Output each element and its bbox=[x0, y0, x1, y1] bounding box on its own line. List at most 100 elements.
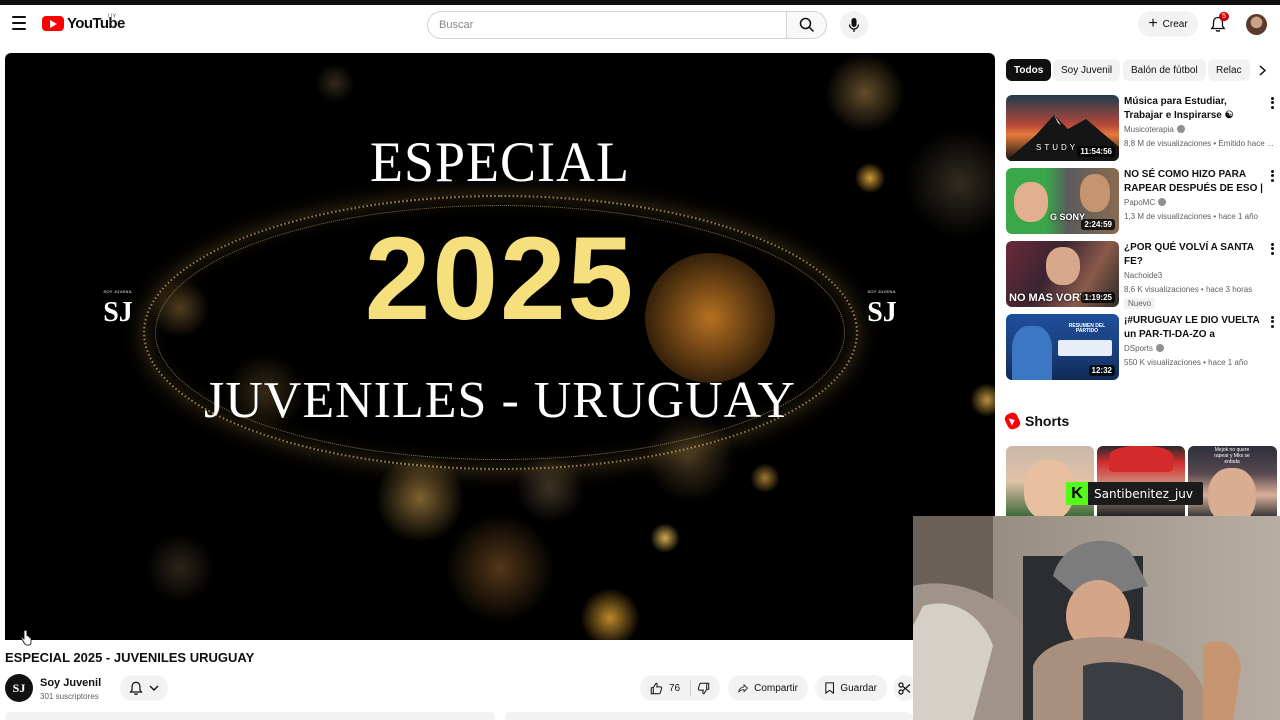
video-title: ESPECIAL 2025 - JUVENILES URUGUAY bbox=[5, 650, 255, 665]
save-label: Guardar bbox=[840, 682, 877, 694]
recommendation-item[interactable]: STUDY 11:54:56 Música para Estudiar, Tra… bbox=[1006, 95, 1280, 162]
thumbnail-text: G SONY bbox=[1050, 212, 1086, 222]
voice-search-button[interactable] bbox=[840, 11, 868, 39]
streamer-webcam-overlay bbox=[913, 516, 1280, 720]
recommendation-meta: 8,6 K visualizaciones • hace 3 horas bbox=[1124, 285, 1253, 294]
bokeh-light bbox=[580, 588, 640, 640]
create-button[interactable]: + Crear bbox=[1138, 11, 1198, 37]
chip-relacionados[interactable]: Relac bbox=[1208, 59, 1250, 81]
search-bar: Buscar bbox=[427, 11, 827, 39]
recommendation-item[interactable]: NO MAS VORT 1:19:25 ¿POR QUÉ VOLVÍ A SAN… bbox=[1006, 241, 1280, 309]
red-cap bbox=[1109, 446, 1173, 472]
video-thumbnail[interactable]: G SONY 2:24:59 bbox=[1006, 168, 1119, 234]
recommendation-title[interactable]: ¡#URUGUAY LE DIO VUELTA un PAR-TI-DA-ZO … bbox=[1124, 314, 1264, 342]
kick-logo-icon: K bbox=[1066, 482, 1088, 505]
masthead: YouTube UY Buscar + Crear 5 bbox=[0, 5, 1280, 47]
scissors-icon bbox=[898, 681, 911, 695]
video-thumbnail[interactable]: STUDY 11:54:56 bbox=[1006, 95, 1119, 161]
recommendation-meta: 8,8 M de visualizaciones • Emitido hace … bbox=[1124, 139, 1274, 148]
like-count: 76 bbox=[669, 682, 681, 694]
recommendation-meta: 550 K visualizaciones • hace 1 año bbox=[1124, 358, 1248, 367]
streamer-name: Santibenitez_juv bbox=[1094, 486, 1193, 501]
shorts-header: Shorts bbox=[1003, 411, 1070, 431]
chevron-right-icon bbox=[1258, 64, 1266, 76]
more-options-icon[interactable] bbox=[1268, 242, 1276, 256]
video-duration: 12:32 bbox=[1088, 365, 1115, 376]
verified-icon bbox=[1158, 198, 1167, 206]
bookmark-icon bbox=[825, 682, 834, 695]
recommendation-channel[interactable]: Musicoterapia bbox=[1124, 125, 1185, 134]
player-figure bbox=[1012, 326, 1052, 380]
menu-icon[interactable] bbox=[8, 12, 30, 34]
like-dislike-group: 76 bbox=[640, 675, 720, 701]
dislike-icon[interactable] bbox=[697, 681, 710, 696]
recommendation-title[interactable]: NO SÉ COMO HIZO PARA RAPEAR DESPUÉS DE E… bbox=[1124, 168, 1264, 196]
more-options-icon[interactable] bbox=[1268, 315, 1276, 329]
verified-icon bbox=[1155, 344, 1164, 352]
shorts-title: Shorts bbox=[1025, 413, 1070, 429]
person-face bbox=[1046, 247, 1080, 285]
notification-badge: 5 bbox=[1219, 12, 1229, 21]
recommendation-title[interactable]: Música para Estudiar, Trabajar e Inspira… bbox=[1124, 95, 1264, 123]
account-avatar[interactable] bbox=[1246, 14, 1267, 35]
more-options-icon[interactable] bbox=[1268, 96, 1276, 110]
video-headline-year: 2025 bbox=[364, 213, 636, 345]
short-thumbnail[interactable] bbox=[1006, 446, 1094, 516]
notifications-button[interactable]: 5 bbox=[1207, 12, 1229, 35]
shorts-icon bbox=[1003, 411, 1022, 431]
chips-next-button[interactable] bbox=[1252, 59, 1272, 81]
recommendation-channel[interactable]: DSports bbox=[1124, 344, 1164, 353]
short-thumbnail[interactable] bbox=[1097, 446, 1185, 516]
recommendation-channel[interactable]: Nachoide3 bbox=[1124, 271, 1162, 280]
thumbnail-text: NO MAS VORT bbox=[1009, 292, 1087, 304]
more-options-icon[interactable] bbox=[1268, 169, 1276, 183]
channel-name[interactable]: Soy Juvenil bbox=[40, 677, 101, 689]
video-headline-subtitle: JUVENILES - URUGUAY bbox=[204, 372, 796, 429]
webcam-scene bbox=[913, 516, 1280, 720]
create-label: Crear bbox=[1162, 18, 1188, 30]
search-input[interactable]: Buscar bbox=[427, 11, 788, 39]
chevron-down-icon bbox=[149, 685, 159, 691]
video-duration: 11:54:56 bbox=[1077, 146, 1115, 157]
recommendation-item[interactable]: RESUMEN DEL PARTIDO 12:32 ¡#URUGUAY LE D… bbox=[1006, 314, 1280, 381]
description-box-edge bbox=[5, 712, 495, 720]
video-player[interactable]: ESPECIAL 2025 JUVENILES - URUGUAY SOY JU… bbox=[5, 53, 995, 640]
bokeh-light bbox=[315, 63, 355, 103]
like-icon[interactable] bbox=[650, 681, 663, 696]
chip-todos[interactable]: Todos bbox=[1006, 59, 1052, 81]
bokeh-light bbox=[825, 53, 905, 133]
video-duration: 1:19:25 bbox=[1081, 292, 1115, 303]
comments-box-edge bbox=[505, 712, 913, 720]
video-duration: 2:24:59 bbox=[1081, 219, 1115, 230]
bell-icon bbox=[129, 681, 143, 695]
verified-icon bbox=[1176, 125, 1185, 133]
search-icon bbox=[799, 17, 814, 33]
person-face bbox=[1080, 174, 1110, 212]
recommendation-item[interactable]: G SONY 2:24:59 NO SÉ COMO HIZO PARA RAPE… bbox=[1006, 168, 1280, 235]
scoreboard bbox=[1058, 340, 1112, 356]
thumbnail-text: STUDY bbox=[1036, 143, 1079, 152]
subscription-bell-button[interactable] bbox=[120, 675, 168, 701]
sj-watermark-right: SOY JUVENIL SJ bbox=[867, 289, 897, 328]
person-face bbox=[1014, 182, 1048, 222]
streamer-name-tag: K Santibenitez_juv bbox=[1066, 482, 1203, 505]
recommendation-channel[interactable]: PapoMC bbox=[1124, 198, 1167, 207]
thumbnail-text: RESUMEN DEL PARTIDO bbox=[1068, 323, 1106, 334]
chip-soy-juvenil[interactable]: Soy Juvenil bbox=[1053, 59, 1121, 81]
video-thumbnail[interactable]: NO MAS VORT 1:19:25 bbox=[1006, 241, 1119, 307]
bokeh-light bbox=[445, 513, 555, 623]
video-thumbnail[interactable]: RESUMEN DEL PARTIDO 12:32 bbox=[1006, 314, 1119, 380]
search-button[interactable] bbox=[787, 11, 827, 39]
chip-balon-de-futbol[interactable]: Balón de fútbol bbox=[1123, 59, 1206, 81]
new-badge: Nuevo bbox=[1124, 298, 1156, 309]
logo-region-code: UY bbox=[108, 14, 117, 20]
recommendation-title[interactable]: ¿POR QUÉ VOLVÍ A SANTA FE? bbox=[1124, 241, 1264, 269]
share-button[interactable]: Compartir bbox=[728, 675, 808, 701]
bokeh-light bbox=[650, 523, 680, 553]
bokeh-light bbox=[145, 533, 215, 603]
share-label: Compartir bbox=[754, 682, 798, 694]
subscriber-count: 301 suscriptores bbox=[40, 692, 99, 701]
person-face bbox=[1208, 468, 1256, 516]
save-button[interactable]: Guardar bbox=[815, 675, 887, 701]
channel-avatar[interactable]: SJ bbox=[5, 674, 33, 702]
